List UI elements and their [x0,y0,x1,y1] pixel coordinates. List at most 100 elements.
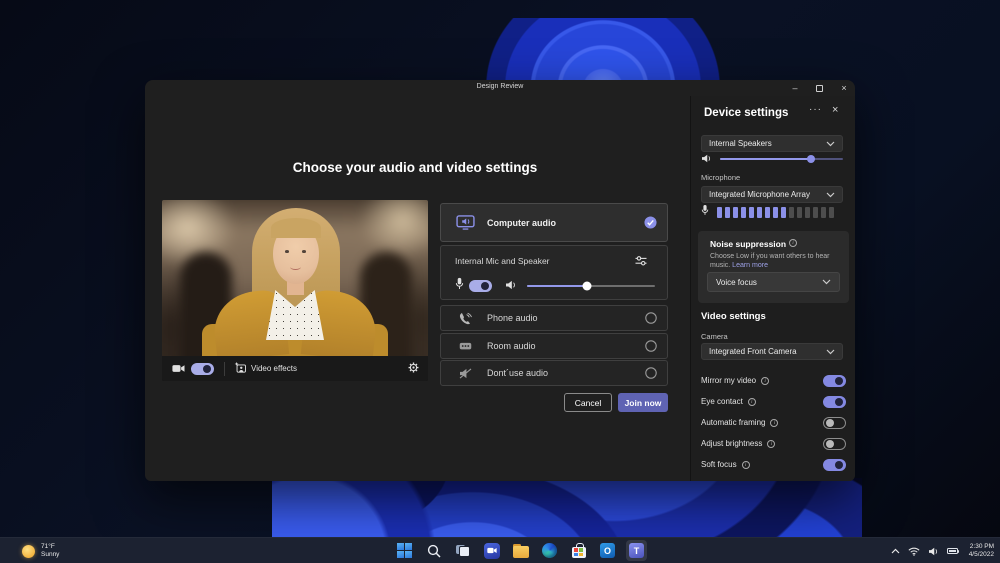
eye-contact-toggle[interactable] [823,396,846,408]
mic-meter-bar [781,207,786,218]
gear-icon[interactable] [408,360,419,378]
start-button[interactable] [394,540,415,561]
search-icon [427,544,441,558]
weather-widget[interactable]: 71°F Sunny [22,538,59,563]
noise-suppression-select[interactable]: Voice focus [707,272,840,292]
noise-suppression-card: Noise suppression i Choose Low if you wa… [698,231,849,303]
weather-temp: 71°F [41,543,55,550]
info-icon: i [767,440,775,448]
mic-meter-bar [725,207,730,218]
wallpaper-bloom-top [468,18,738,82]
cancel-button[interactable]: Cancel [564,393,612,412]
microphone-select-value: Integrated Microphone Array [709,190,810,199]
edge-button[interactable] [539,540,560,561]
microphone-select[interactable]: Integrated Microphone Array [701,186,843,203]
mic-meter-bar [765,207,770,218]
maximize-button[interactable] [816,85,823,92]
wifi-icon[interactable] [908,547,920,556]
camera-toggle[interactable] [191,363,214,375]
dialog-heading: Choose your audio and video settings [162,160,668,175]
computer-audio-icon [455,215,475,230]
task-view-button[interactable] [452,540,473,561]
mic-meter-bar [717,207,722,218]
mic-icon [701,203,709,221]
info-icon: i [742,461,750,469]
mic-icon [455,277,464,295]
speaker-select-value: Internal Speakers [709,139,772,148]
weather-condition: Sunny [41,551,59,558]
teams-window: Design Review – × Choose your audio and … [145,80,855,481]
mic-meter-bar [749,207,754,218]
window-title: Design Review [145,83,855,90]
task-view-icon [456,545,470,557]
device-settings-title: Device settings [704,107,788,119]
mic-level-meter [717,207,834,218]
learn-more-link[interactable]: Learn more [732,262,768,269]
mic-toggle[interactable] [469,280,492,292]
person-hair-fringe [271,218,321,238]
person-eye-right [302,250,306,253]
store-icon [572,547,586,558]
adjust-brightness-toggle[interactable] [823,438,846,450]
minimize-button[interactable]: – [790,80,800,96]
video-preview: Video effects [162,200,428,381]
chevron-down-icon [826,192,835,198]
audio-option-phone[interactable]: Phone audio [440,305,668,331]
panel-close-icon[interactable]: × [832,104,838,116]
more-options-icon[interactable]: ··· [809,104,822,115]
folder-icon [513,546,529,558]
video-settings-title: Video settings [701,311,766,322]
mic-meter-bar [773,207,778,218]
speaker-volume-slider[interactable] [720,158,843,160]
clock-date: 4/5/2022 [969,551,994,558]
info-icon: i [748,398,756,406]
speaker-select[interactable]: Internal Speakers [701,135,843,152]
toggle-row-mirror: Mirror my video i [701,374,846,387]
close-button[interactable]: × [839,80,849,96]
desktop: Design Review – × Choose your audio and … [0,0,1000,563]
outlook-button[interactable]: O [597,540,618,561]
taskbar: 71°F Sunny [0,537,1000,563]
radio-unselected-icon [645,340,657,352]
camera-preview-feed [162,200,428,356]
store-button[interactable] [568,540,589,561]
chat-button[interactable] [481,540,502,561]
custom-setup-icon[interactable] [635,255,647,267]
toggle-row-eye-contact: Eye contact i [701,395,846,408]
dialog-volume-slider[interactable] [527,285,655,287]
radio-unselected-icon [645,367,657,379]
mic-meter-bar [821,207,826,218]
mirror-video-toggle[interactable] [823,375,846,387]
sun-icon [22,545,35,558]
soft-focus-toggle[interactable] [823,459,846,471]
window-titlebar: Design Review – × [145,80,855,96]
hidden-icons-chevron[interactable] [891,548,900,554]
room-audio-icon [455,341,475,351]
selected-check-icon [644,216,657,229]
automatic-framing-toggle[interactable] [823,417,846,429]
search-button[interactable] [423,540,444,561]
battery-icon[interactable] [947,548,958,554]
phone-audio-label: Phone audio [487,313,538,323]
video-effects-label[interactable]: Video effects [251,364,297,373]
clock-widget[interactable]: 2:30 PM 4/5/2022 [969,543,994,559]
volume-icon[interactable] [928,547,939,556]
camera-label: Camera [701,332,728,341]
radio-unselected-icon [645,312,657,324]
audio-option-none[interactable]: Dont´use audio [440,360,668,386]
divider [224,362,225,376]
audio-option-room[interactable]: Room audio [440,333,668,359]
mic-meter-bar [813,207,818,218]
chevron-down-icon [826,141,835,147]
device-combo-label: Internal Mic and Speaker [455,256,550,266]
camera-select[interactable]: Integrated Front Camera [701,343,843,360]
join-now-button[interactable]: Join now [618,393,668,412]
outlook-icon: O [600,543,615,558]
teams-button-active[interactable]: T [626,540,647,561]
room-audio-label: Room audio [487,341,536,351]
wallpaper-bloom-bottom [272,478,862,538]
audio-option-computer[interactable]: Computer audio [440,203,668,242]
info-icon: i [770,419,778,427]
clock-time: 2:30 PM [970,543,994,550]
file-explorer-button[interactable] [510,540,531,561]
